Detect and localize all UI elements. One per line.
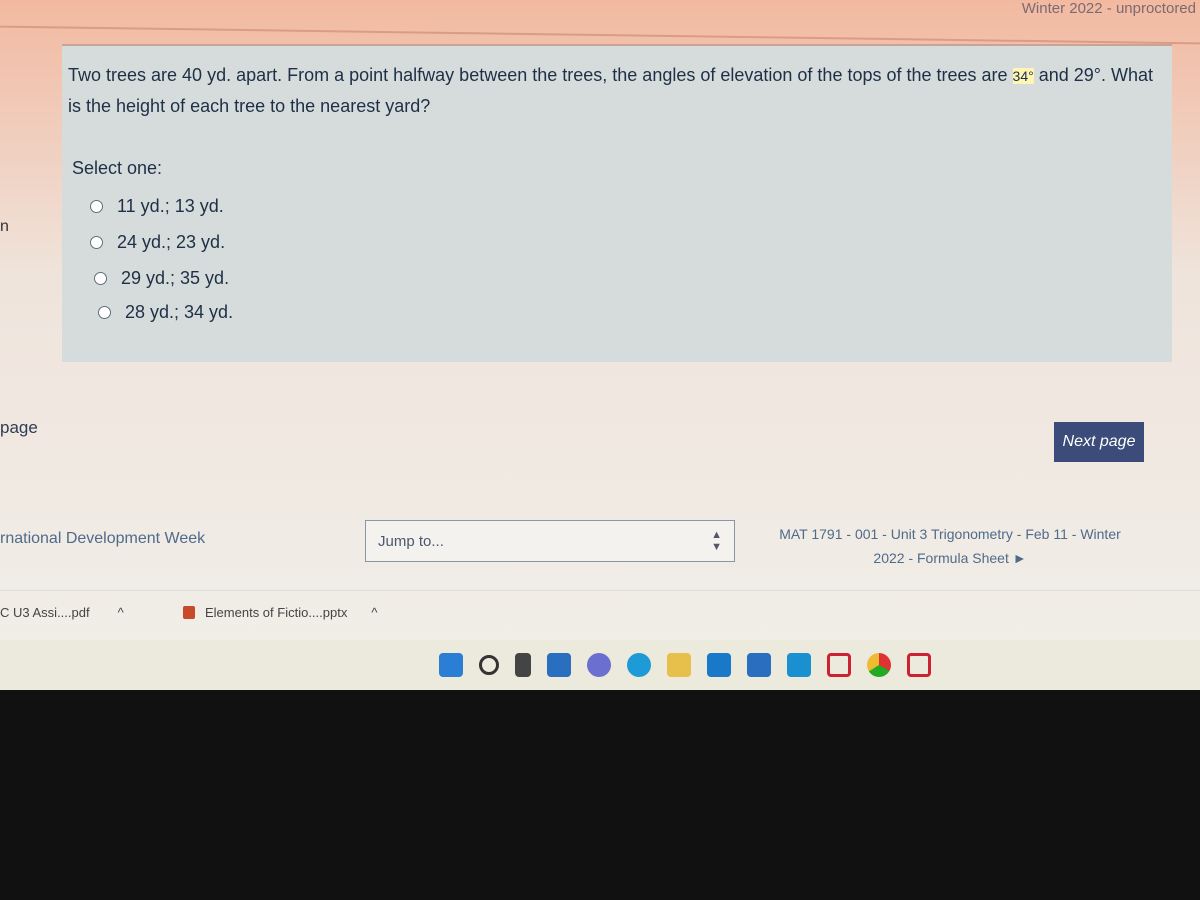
option-label: 11 yd.; 13 yd. <box>117 196 224 216</box>
chevron-up-icon[interactable]: ^ <box>118 605 124 620</box>
option-label: 29 yd.; 35 yd. <box>121 268 230 288</box>
teams-chat-icon[interactable] <box>587 653 611 677</box>
downloads-bar: C U3 Assi....pdf ^ Elements of Fictio....… <box>0 590 1200 640</box>
powerpoint-icon <box>183 606 195 619</box>
download-name: C U3 Assi....pdf <box>0 605 90 620</box>
answer-option[interactable]: 28 yd.; 34 yd. <box>98 302 233 323</box>
radio-button[interactable] <box>98 306 111 319</box>
chevron-up-icon[interactable]: ^ <box>371 605 377 620</box>
chrome-icon[interactable] <box>867 653 891 677</box>
download-name: Elements of Fictio....pptx <box>205 605 348 620</box>
radio-button[interactable] <box>90 236 103 249</box>
option-label: 28 yd.; 34 yd. <box>125 302 234 322</box>
radio-button[interactable] <box>94 272 107 285</box>
radio-button[interactable] <box>90 200 103 213</box>
select-label: Select one: <box>72 158 163 178</box>
previous-page-button[interactable]: page <box>0 418 38 438</box>
widgets-icon[interactable] <box>547 653 571 677</box>
taskbar <box>0 640 1200 690</box>
edge-icon[interactable] <box>627 653 651 677</box>
mail-icon[interactable] <box>707 653 731 677</box>
office-o-icon[interactable] <box>787 653 811 677</box>
answer-option[interactable]: 29 yd.; 35 yd. <box>94 268 229 289</box>
windows-start-icon[interactable] <box>439 653 463 677</box>
browser-title: Winter 2022 - unproctored <box>1021 0 1196 17</box>
file-explorer-icon[interactable] <box>667 653 691 677</box>
question-text-part: Two trees are 40 yd. apart. From a point… <box>68 65 1013 85</box>
download-item[interactable]: C U3 Assi....pdf ^ <box>0 605 124 620</box>
previous-activity-link[interactable]: rnational Development Week <box>0 530 205 548</box>
monitor-screen: Winter 2022 - unproctored Two trees are … <box>0 0 1200 690</box>
jump-to-value: Jump to... <box>378 532 444 550</box>
option-label: 24 yd.; 23 yd. <box>117 232 226 252</box>
download-item[interactable]: Elements of Fictio....pptx ^ <box>183 605 377 620</box>
task-view-icon[interactable] <box>515 653 531 677</box>
next-page-button[interactable]: Next page <box>1054 422 1144 462</box>
jump-to-select[interactable]: Jump to... ▲ ▼ <box>365 520 735 562</box>
question-box: Two trees are 40 yd. apart. From a point… <box>62 44 1172 362</box>
answer-option[interactable]: 11 yd.; 13 yd. <box>90 196 224 217</box>
mcafee-icon[interactable] <box>907 653 931 677</box>
mcafee-icon[interactable] <box>827 653 851 677</box>
divider <box>0 25 1200 45</box>
angle-highlight: 34° <box>1012 68 1034 84</box>
question-text: Two trees are 40 yd. apart. From a point… <box>68 60 1168 121</box>
select-arrows-icon: ▲ ▼ <box>711 529 722 553</box>
office-l-icon[interactable] <box>747 653 771 677</box>
search-icon[interactable] <box>479 655 499 675</box>
next-activity-link[interactable]: MAT 1791 - 001 - Unit 3 Trigonometry - F… <box>770 522 1130 570</box>
sidebar-fragment: n <box>0 218 9 235</box>
answer-option[interactable]: 24 yd.; 23 yd. <box>90 232 225 253</box>
